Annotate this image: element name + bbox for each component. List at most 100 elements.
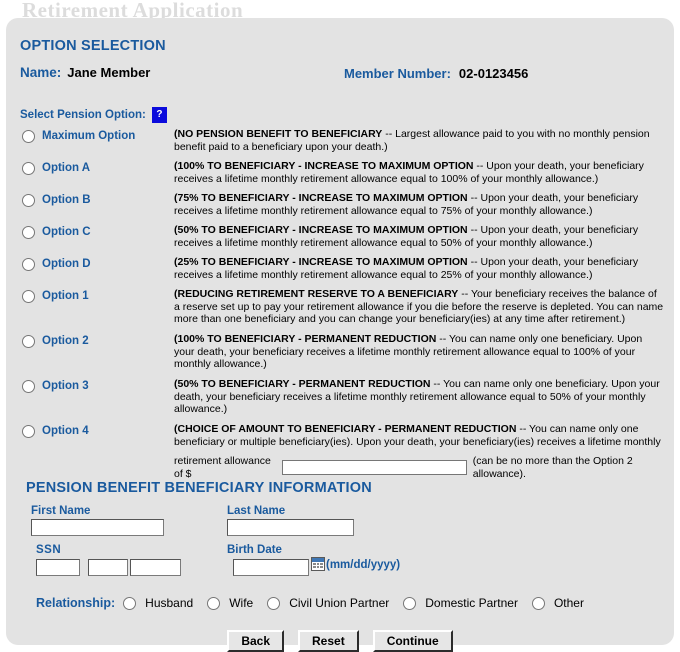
first-name-label: First Name [31,505,91,517]
option-radio-1[interactable] [22,290,35,303]
application-panel: OPTION SELECTION Name: Jane Member Member… [6,18,674,652]
name-value: Jane Member [67,65,151,80]
option-row[interactable]: Option C (50% TO BENEFICIARY - INCREASE … [6,224,674,256]
option-radio-a[interactable] [22,162,35,175]
option-radio-cell: Option C [6,224,174,239]
option-description-title: (50% TO BENEFICIARY - PERMANENT REDUCTIO… [174,378,431,390]
last-name-input[interactable] [227,519,354,536]
pension-option-list: Maximum Option (NO PENSION BENEFIT TO BE… [6,128,674,480]
option-radio-cell: Option 2 [6,333,174,348]
option4-amount-suffix: (can be no more than the Option 2 allowa… [472,455,633,480]
relationship-radio-wife[interactable] [207,596,221,610]
option-label[interactable]: Option 1 [42,290,89,303]
option-description: (100% TO BENEFICIARY - INCREASE TO MAXIM… [174,160,674,185]
option-radio-3[interactable] [22,380,35,393]
option-description-title: (CHOICE OF AMOUNT TO BENEFICIARY - PERMA… [174,423,517,435]
option-radio-cell: Option A [6,160,174,175]
relationship-option-civil-union-partner[interactable]: Civil Union Partner [267,596,389,610]
option-row[interactable]: Maximum Option (NO PENSION BENEFIT TO BE… [6,128,674,160]
ssn-part1-input[interactable] [36,559,80,576]
option-radio-2[interactable] [22,335,35,348]
option-row[interactable]: Option A (100% TO BENEFICIARY - INCREASE… [6,160,674,192]
option4-amount-line: retirement allowance of $ (can be no mor… [174,455,664,480]
relationship-option-label: Husband [145,596,194,610]
option-label[interactable]: Option 3 [42,380,89,393]
option-radio-cell: Option 1 [6,288,174,303]
option-radio-cell: Option 3 [6,378,174,393]
beneficiary-heading: PENSION BENEFIT BENEFICIARY INFORMATION [26,480,372,496]
option-radio-cell: Option B [6,192,174,207]
option-description: (NO PENSION BENEFIT TO BENEFICIARY -- La… [174,128,674,153]
option-description-title: (REDUCING RETIREMENT RESERVE TO A BENEFI… [174,288,459,300]
option-label[interactable]: Option 4 [42,425,89,438]
option-description-title: (100% TO BENEFICIARY - PERMANENT REDUCTI… [174,333,437,345]
continue-button[interactable]: Continue [372,630,453,652]
relationship-option-domestic-partner[interactable]: Domestic Partner [403,596,518,610]
last-name-label: Last Name [227,505,286,517]
option-description: (75% TO BENEFICIARY - INCREASE TO MAXIMU… [174,192,674,217]
option-row[interactable]: Option 1 (REDUCING RETIREMENT RESERVE TO… [6,288,674,333]
select-pension-option-row: Select Pension Option: ? [20,107,167,123]
first-name-input[interactable] [31,519,164,536]
option-radio-4[interactable] [22,425,35,438]
option-description-title: (100% TO BENEFICIARY - INCREASE TO MAXIM… [174,160,474,172]
option-description: (50% TO BENEFICIARY - PERMANENT REDUCTIO… [174,378,674,416]
option-description-title: (75% TO BENEFICIARY - INCREASE TO MAXIMU… [174,192,468,204]
option-radio-b[interactable] [22,194,35,207]
option-radio-maximum[interactable] [22,130,35,143]
relationship-radio-domestic-partner[interactable] [403,596,417,610]
option-row[interactable]: Option 3 (50% TO BENEFICIARY - PERMANENT… [6,378,674,423]
option4-amount-prefix: retirement allowance of $ [174,455,271,480]
option-label[interactable]: Option C [42,226,91,239]
back-button[interactable]: Back [227,630,284,652]
option-description-title: (25% TO BENEFICIARY - INCREASE TO MAXIMU… [174,256,468,268]
relationship-option-label: Domestic Partner [425,596,518,610]
option-radio-cell: Option 4 [6,423,174,438]
option-description: (25% TO BENEFICIARY - INCREASE TO MAXIMU… [174,256,674,281]
relationship-row: Relationship: Husband Wife Civil Union P… [36,596,598,610]
relationship-radio-other[interactable] [531,596,545,610]
date-format-hint: (mm/dd/yyyy) [326,559,401,571]
help-icon[interactable]: ? [151,107,167,123]
member-number-row: Member Number: 02-0123456 [344,66,528,81]
relationship-option-husband[interactable]: Husband [123,596,193,610]
button-bar: Back Reset Continue [6,630,674,652]
relationship-radio-husband[interactable] [123,596,137,610]
option-radio-d[interactable] [22,258,35,271]
option-description: (50% TO BENEFICIARY - INCREASE TO MAXIMU… [174,224,674,249]
member-number-label: Member Number: [344,66,451,81]
reset-button[interactable]: Reset [298,630,359,652]
option-label[interactable]: Option 2 [42,335,89,348]
option-row[interactable]: Option B (75% TO BENEFICIARY - INCREASE … [6,192,674,224]
option-label[interactable]: Maximum Option [42,130,135,143]
name-label: Name: [20,65,62,80]
option-label[interactable]: Option A [42,162,90,175]
option-radio-c[interactable] [22,226,35,239]
relationship-radio-civil-union-partner[interactable] [267,596,281,610]
ssn-part3-input[interactable] [130,559,181,576]
option-label[interactable]: Option D [42,258,91,271]
option-row[interactable]: Option 2 (100% TO BENEFICIARY - PERMANEN… [6,333,674,378]
option-description: (REDUCING RETIREMENT RESERVE TO A BENEFI… [174,288,674,326]
ssn-label: SSN [36,544,62,556]
relationship-option-other[interactable]: Other [531,596,584,610]
option-row[interactable]: Option 4 (CHOICE OF AMOUNT TO BENEFICIAR… [6,423,674,480]
option-label[interactable]: Option B [42,194,91,207]
option-description: (CHOICE OF AMOUNT TO BENEFICIARY - PERMA… [174,423,674,480]
birth-date-input[interactable] [233,559,309,576]
option-row[interactable]: Option D (25% TO BENEFICIARY - INCREASE … [6,256,674,288]
relationship-option-label: Wife [229,596,254,610]
calendar-icon[interactable] [311,557,325,571]
relationship-option-wife[interactable]: Wife [207,596,253,610]
member-name-row: Name: Jane Member [20,65,150,80]
birth-date-label: Birth Date [227,544,282,556]
relationship-label: Relationship: [36,596,116,610]
option-description: (100% TO BENEFICIARY - PERMANENT REDUCTI… [174,333,674,371]
ssn-part2-input[interactable] [88,559,128,576]
select-pension-label: Select Pension Option: [20,109,146,121]
option4-amount-input[interactable] [281,460,467,476]
option-description-title: (50% TO BENEFICIARY - INCREASE TO MAXIMU… [174,224,468,236]
option-radio-cell: Maximum Option [6,128,174,143]
calendar-icon-grid [312,562,324,569]
option-selection-heading: OPTION SELECTION [20,38,166,54]
